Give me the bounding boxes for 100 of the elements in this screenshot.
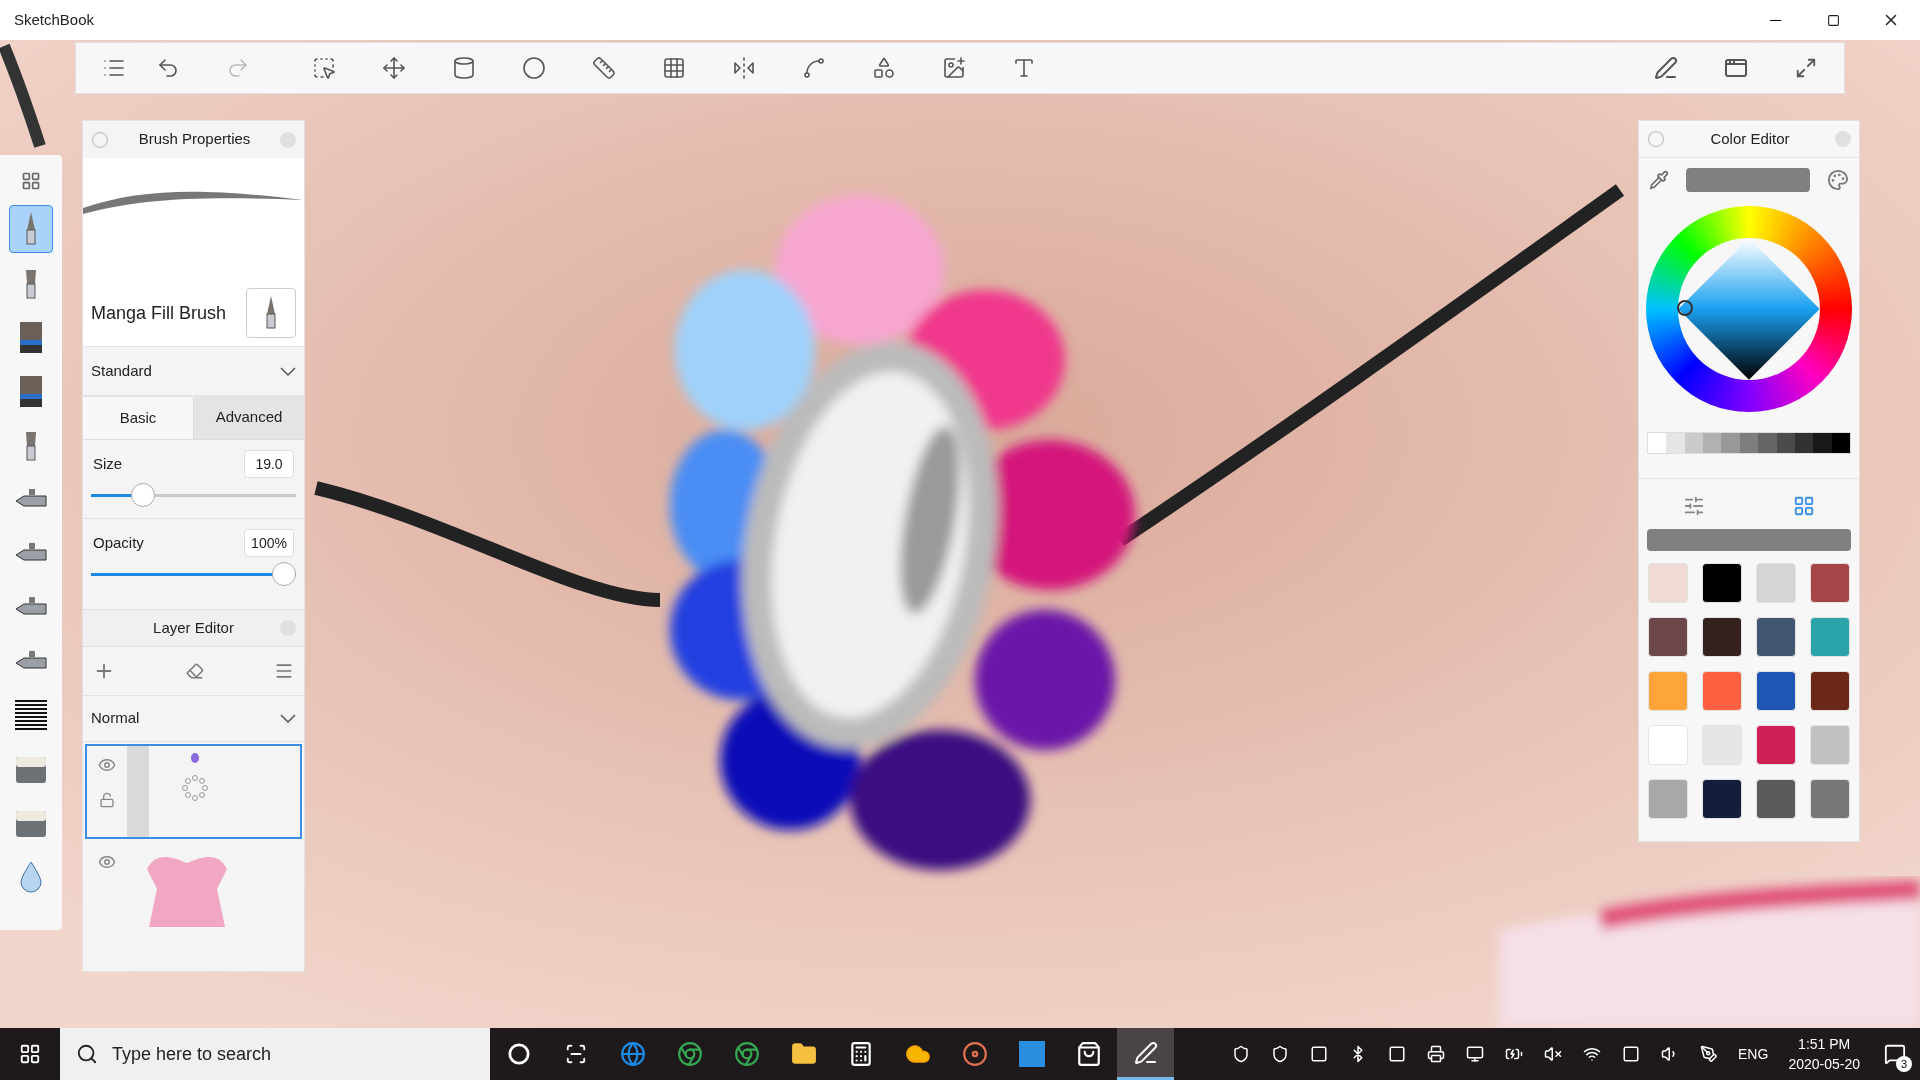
disc-icon [961,1041,988,1067]
shade-swatch[interactable] [1758,433,1777,453]
muted-speaker-icon [1543,1045,1562,1063]
color-swatch[interactable] [1648,617,1688,657]
pencil-icon [1133,1040,1158,1065]
curve-icon [802,56,826,80]
panel-toggle-icon[interactable] [1647,130,1665,148]
tray-app-icon [1387,1045,1406,1063]
tab[interactable]: Advanced [194,396,304,439]
color-swatch[interactable] [1648,725,1688,765]
notification-badge: 3 [1896,1056,1912,1072]
ruler-icon [592,56,616,80]
panel-title: Brush Properties [138,129,251,150]
slider-track[interactable] [91,482,296,508]
blend-mode-dropdown[interactable]: Normal [83,696,304,742]
flat-brush-icon [17,320,45,354]
symmetry-icon [732,56,756,80]
taskbar-app[interactable] [1117,1028,1174,1080]
color-swatch[interactable] [1810,617,1850,657]
panel-toggle-icon[interactable] [91,130,109,149]
color-swatch[interactable] [1702,563,1742,603]
minimize-icon [1769,19,1781,21]
wifi-icon [1582,1045,1601,1063]
shield-icon [1270,1045,1289,1063]
slider-thumb[interactable] [130,483,155,507]
shade-swatch[interactable] [1813,433,1832,453]
swatches-tab[interactable] [1793,495,1815,517]
color-swatch[interactable] [1702,671,1742,711]
tray-app-icon [1231,1045,1250,1063]
eraser-button[interactable] [185,662,204,680]
maximize-icon [1826,13,1840,27]
clock[interactable]: 1:51 PM 2020-05-20 [1778,1034,1870,1074]
sliders-icon [1683,495,1705,517]
expand-icon [1795,57,1817,79]
color-swatch[interactable] [1702,617,1742,657]
panel-title: Color Editor [1710,128,1790,149]
palette-icon[interactable] [1827,169,1849,191]
language-indicator[interactable]: ENG [1728,1043,1779,1065]
search-field[interactable]: Type here to search [112,1039,452,1069]
monitor-icon [1465,1045,1484,1063]
chevron-down-icon [280,366,296,376]
search-icon [76,1043,98,1065]
menu-icon [274,661,294,681]
circle-icon [507,1043,530,1065]
color-swatch[interactable] [1648,563,1688,603]
sliders-tab[interactable] [1683,495,1705,517]
color-swatch[interactable] [1810,563,1850,603]
slider-label: Opacity [93,532,144,553]
color-swatch[interactable] [1810,779,1850,819]
window-icon [1724,56,1748,80]
slider-thumb[interactable] [272,562,296,586]
grid-icon [1793,495,1815,517]
redo-icon [226,56,250,80]
slider-track[interactable] [91,561,296,587]
color-swatch[interactable] [1648,671,1688,711]
color-swatch[interactable] [1810,725,1850,765]
task-view-icon [564,1043,587,1065]
shade-swatch[interactable] [1721,433,1740,453]
menu-button[interactable] [274,661,294,681]
lock-icon[interactable] [99,792,115,808]
color-swatch[interactable] [1756,779,1796,819]
color-swatch[interactable] [1756,671,1796,711]
color-swatch[interactable] [1702,779,1742,819]
grid-icon [21,171,41,191]
value-field[interactable]: 19.0 [244,450,294,478]
layer-row[interactable] [85,744,302,839]
visibility-icon[interactable] [98,853,116,871]
folder-icon [790,1041,817,1067]
window-title: SketchBook [13,9,95,30]
text-icon [1012,56,1036,80]
color-swatch[interactable] [1756,725,1796,765]
color-swatch[interactable] [1756,563,1796,603]
value-field[interactable]: 100% [244,529,294,557]
flat-brush-icon [17,374,45,408]
panel-title: Layer Editor [153,617,234,638]
color-swatch[interactable] [1810,671,1850,711]
color-swatch[interactable] [1648,779,1688,819]
color-swatch[interactable] [1756,617,1796,657]
shade-swatch[interactable] [1648,433,1667,453]
chevron-down-icon [280,714,296,723]
shade-swatch[interactable] [1666,433,1685,453]
browser-icon [619,1041,646,1067]
grid-icon [662,56,686,80]
clock-date: 2020-05-20 [1788,1055,1860,1074]
brush-thumbnail-button[interactable] [246,288,296,338]
undo-icon [156,56,180,80]
tray-app-icon [1621,1045,1640,1063]
tab[interactable]: Basic [83,396,194,439]
bucket-icon [452,56,476,80]
app-tile-icon [1018,1041,1045,1067]
eyedropper-icon[interactable] [1649,170,1669,190]
pen-icon [1699,1045,1718,1063]
browser-icon [733,1041,760,1067]
notifications-button[interactable]: 3 [1870,1028,1920,1080]
search-box[interactable]: Type here to search [60,1028,490,1080]
color-picker-ring[interactable] [1677,300,1693,316]
eraser-icon [185,662,204,680]
visibility-icon[interactable] [98,756,116,774]
browser-icon [676,1041,703,1067]
shade-swatch[interactable] [1703,433,1722,453]
